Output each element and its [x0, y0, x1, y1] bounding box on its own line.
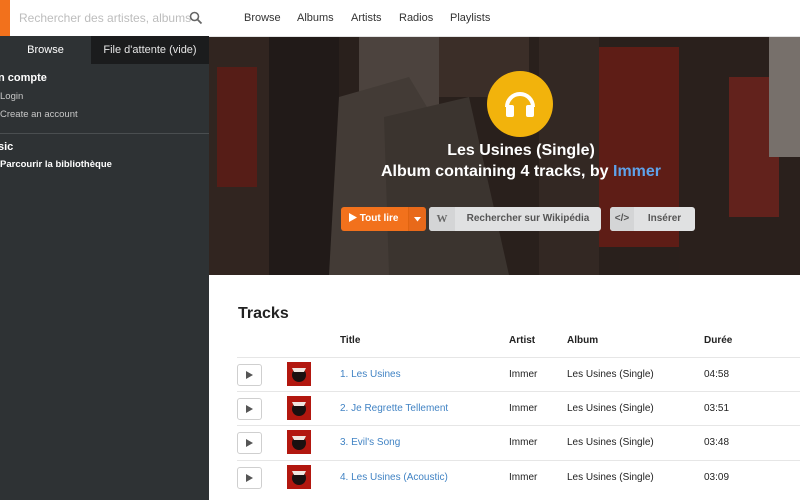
- sidebar-item-library[interactable]: Parcourir la bibliothèque: [0, 156, 209, 174]
- top-nav: Browse Albums Artists Radios Playlists: [209, 0, 800, 37]
- track-title-link[interactable]: 3. Evil's Song: [340, 426, 400, 460]
- album-subtitle: Album containing 4 tracks, by Immer: [209, 163, 800, 181]
- wikipedia-search-button[interactable]: W Rechercher sur Wikipédia: [429, 207, 601, 231]
- play-icon: [246, 474, 253, 482]
- track-title-link[interactable]: 4. Les Usines (Acoustic): [340, 461, 448, 495]
- table-row: 2. Je Regrette Tellement Immer Les Usine…: [237, 391, 800, 426]
- table-row: 1. Les Usines Immer Les Usines (Single) …: [237, 357, 800, 392]
- album-hero: Les Usines (Single) Album containing 4 t…: [209, 37, 800, 275]
- play-all-label: Tout lire: [359, 213, 399, 224]
- track-title-link[interactable]: 1. Les Usines: [340, 358, 401, 392]
- track-album: Les Usines (Single): [567, 437, 654, 448]
- nav-browse[interactable]: Browse: [244, 0, 281, 36]
- embed-button[interactable]: </> Insérer: [610, 207, 695, 231]
- play-icon: [246, 439, 253, 447]
- app-logo[interactable]: [0, 0, 10, 36]
- table-row: 4. Les Usines (Acoustic) Immer Les Usine…: [237, 460, 800, 495]
- wikipedia-search-label: Rechercher sur Wikipédia: [466, 213, 590, 224]
- sidebar: Browse File d'attente (vide) n compte Lo…: [0, 0, 209, 500]
- album-subtitle-prefix: Album containing 4 tracks, by: [380, 163, 613, 180]
- tab-queue[interactable]: File d'attente (vide): [91, 36, 209, 64]
- track-artist: Immer: [509, 472, 538, 483]
- track-cover-image: [287, 396, 311, 420]
- search-icon[interactable]: [189, 11, 203, 25]
- play-icon: [246, 405, 253, 413]
- sidebar-search-bar: [0, 0, 209, 37]
- track-cover-image: [287, 362, 311, 386]
- track-artist: Immer: [509, 403, 538, 414]
- track-artist: Immer: [509, 437, 538, 448]
- play-all-button[interactable]: Tout lire: [341, 207, 426, 231]
- sidebar-music-header: sic: [0, 141, 14, 153]
- embed-label: Insérer: [647, 213, 682, 224]
- play-icon: [349, 213, 357, 222]
- track-cover-image: [287, 465, 311, 489]
- table-row: 3. Evil's Song Immer Les Usines (Single)…: [237, 425, 800, 460]
- play-all-main[interactable]: Tout lire: [341, 207, 408, 231]
- sidebar-item-create-account[interactable]: Create an account: [0, 106, 209, 124]
- search-input[interactable]: [12, 0, 191, 36]
- nav-albums[interactable]: Albums: [297, 0, 334, 36]
- play-icon: [246, 371, 253, 379]
- nav-artists[interactable]: Artists: [351, 0, 382, 36]
- track-album: Les Usines (Single): [567, 369, 654, 380]
- track-play-button[interactable]: [237, 467, 262, 489]
- wikipedia-icon: W: [429, 207, 455, 231]
- track-duration: 03:51: [704, 403, 730, 414]
- tracks-heading: Tracks: [238, 305, 289, 322]
- sidebar-music-section: sic Parcourir la bibliothèque: [0, 138, 209, 174]
- track-album: Les Usines (Single): [567, 472, 654, 483]
- track-cover-image: [287, 430, 311, 454]
- headphones-icon: [487, 71, 553, 137]
- track-duration: 03:48: [704, 437, 730, 448]
- tab-browse[interactable]: Browse: [0, 36, 91, 64]
- code-icon: </>: [610, 207, 634, 231]
- track-duration: 04:58: [704, 369, 730, 380]
- track-artist: Immer: [509, 369, 538, 380]
- sidebar-tabs: Browse File d'attente (vide): [0, 36, 209, 64]
- sidebar-account-header: n compte: [0, 72, 47, 84]
- column-header-duration[interactable]: Durée: [704, 335, 732, 346]
- track-play-button[interactable]: [237, 364, 262, 386]
- column-header-artist[interactable]: Artist: [509, 335, 535, 346]
- nav-playlists[interactable]: Playlists: [450, 0, 490, 36]
- track-duration: 03:09: [704, 472, 730, 483]
- sidebar-item-login[interactable]: Login: [0, 88, 209, 106]
- track-play-button[interactable]: [237, 432, 262, 454]
- album-title: Les Usines (Single): [447, 142, 595, 159]
- column-header-title[interactable]: Title: [340, 335, 360, 346]
- column-header-album[interactable]: Album: [567, 335, 598, 346]
- sidebar-divider: [0, 133, 209, 134]
- artist-link[interactable]: Immer: [613, 163, 661, 180]
- track-title-link[interactable]: 2. Je Regrette Tellement: [340, 392, 448, 426]
- track-album: Les Usines (Single): [567, 403, 654, 414]
- nav-radios[interactable]: Radios: [399, 0, 433, 36]
- sidebar-account-section: n compte Login Create an account: [0, 69, 209, 124]
- track-play-button[interactable]: [237, 398, 262, 420]
- play-options-dropdown[interactable]: [408, 207, 426, 231]
- chevron-down-icon: [414, 217, 421, 222]
